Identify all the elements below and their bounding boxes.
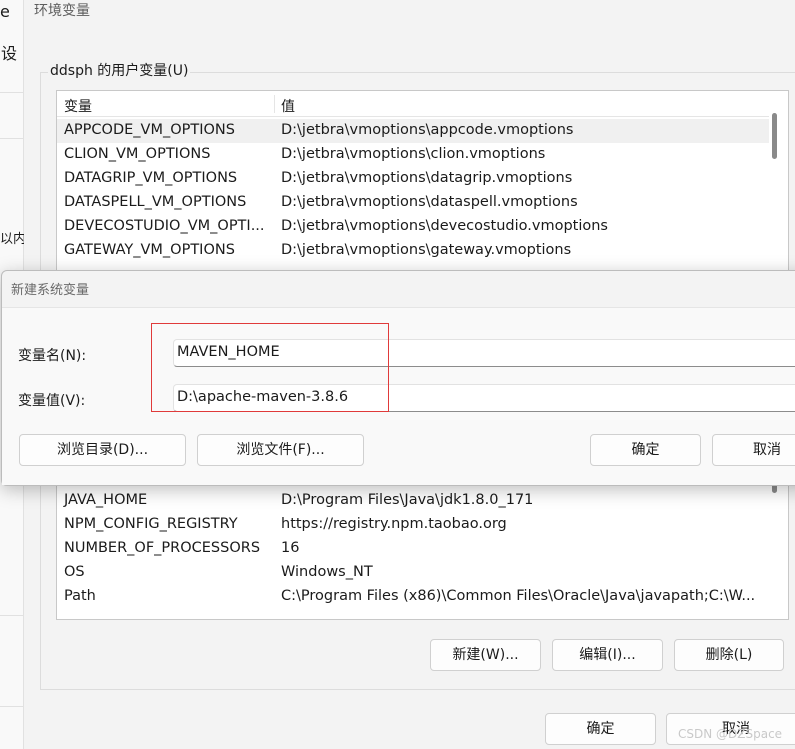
- variable-value: 16: [281, 540, 300, 556]
- variable-value: D:\jetbra\vmoptions\dataspell.vmoptions: [281, 194, 578, 210]
- variable-value-label: 变量值(V):: [18, 393, 86, 409]
- variable-name: NPM_CONFIG_REGISTRY: [64, 516, 238, 532]
- table-row[interactable]: DATASPELL_VM_OPTIONS D:\jetbra\vmoptions…: [57, 191, 769, 215]
- column-header-name[interactable]: 变量: [64, 96, 92, 116]
- variable-name: DATASPELL_VM_OPTIONS: [64, 194, 247, 210]
- divider: [0, 706, 24, 707]
- variable-name: DEVECOSTUDIO_VM_OPTI...: [64, 218, 265, 234]
- variable-name: Path: [64, 588, 96, 604]
- variable-value: D:\jetbra\vmoptions\gateway.vmoptions: [281, 242, 572, 258]
- variable-value: https://registry.npm.taobao.org: [281, 516, 507, 532]
- variable-value: D:\jetbra\vmoptions\datagrip.vmoptions: [281, 170, 573, 186]
- variable-name: NUMBER_OF_PROCESSORS: [64, 540, 261, 556]
- variable-value: D:\jetbra\vmoptions\devecostudio.vmoptio…: [281, 218, 608, 234]
- table-row[interactable]: NPM_CONFIG_REGISTRY https://registry.npm…: [57, 513, 769, 537]
- highlight-annotation-box: [151, 323, 389, 412]
- column-separator: [274, 95, 275, 113]
- divider: [0, 138, 24, 139]
- table-row[interactable]: NUMBER_OF_PROCESSORS 16: [57, 537, 769, 561]
- background-text-fragment: 设: [1, 44, 18, 63]
- divider: [0, 92, 24, 93]
- variable-name: APPCODE_VM_OPTIONS: [64, 122, 235, 138]
- table-row[interactable]: DEVECOSTUDIO_VM_OPTI... D:\jetbra\vmopti…: [57, 215, 769, 239]
- table-row[interactable]: OS Windows_NT: [57, 561, 769, 585]
- background-text-fragment: 以内: [0, 232, 27, 247]
- dialog-content: 变量名(N): MAVEN_HOME 变量值(V): D:\apache-mav…: [2, 307, 795, 485]
- window-title: 环境变量: [34, 3, 90, 19]
- delete-variable-button[interactable]: 删除(L): [674, 639, 784, 671]
- background-text-fragment: e: [0, 2, 10, 21]
- list-header: 变量 值: [57, 91, 769, 117]
- watermark: CSDN @DZSpace: [678, 727, 783, 741]
- variable-value: Windows_NT: [281, 564, 373, 580]
- table-row[interactable]: JAVA_HOME D:\Program Files\Java\jdk1.8.0…: [57, 489, 769, 513]
- variable-name: JAVA_HOME: [64, 492, 148, 508]
- table-row[interactable]: DATAGRIP_VM_OPTIONS D:\jetbra\vmoptions\…: [57, 167, 769, 191]
- scrollbar-thumb[interactable]: [772, 113, 777, 159]
- dialog-cancel-button[interactable]: 取消: [712, 434, 795, 466]
- variable-name: DATAGRIP_VM_OPTIONS: [64, 170, 238, 186]
- user-variables-label: ddsph 的用户变量(U): [48, 60, 191, 80]
- variable-name-label: 变量名(N):: [18, 348, 87, 364]
- variable-name: GATEWAY_VM_OPTIONS: [64, 242, 235, 258]
- new-variable-button[interactable]: 新建(W)...: [430, 639, 541, 671]
- table-row[interactable]: GATEWAY_VM_OPTIONS D:\jetbra\vmoptions\g…: [57, 239, 769, 263]
- ok-button[interactable]: 确定: [545, 713, 656, 745]
- dialog-ok-button[interactable]: 确定: [590, 434, 701, 466]
- column-header-value[interactable]: 值: [281, 96, 295, 116]
- variable-name: OS: [64, 564, 85, 580]
- variable-value: D:\Program Files\Java\jdk1.8.0_171: [281, 492, 534, 508]
- variable-value: D:\jetbra\vmoptions\appcode.vmoptions: [281, 122, 574, 138]
- dialog-title: 新建系统变量: [11, 283, 90, 298]
- table-row[interactable]: Path C:\Program Files (x86)\Common Files…: [57, 585, 769, 609]
- divider: [0, 615, 24, 616]
- new-system-variable-dialog: 新建系统变量 变量名(N): MAVEN_HOME 变量值(V): D:\apa…: [1, 270, 795, 486]
- table-row[interactable]: CLION_VM_OPTIONS D:\jetbra\vmoptions\cli…: [57, 143, 769, 167]
- variable-name: CLION_VM_OPTIONS: [64, 146, 211, 162]
- edit-variable-button[interactable]: 编辑(I)...: [552, 639, 663, 671]
- browse-file-button[interactable]: 浏览文件(F)...: [197, 434, 364, 466]
- table-row[interactable]: APPCODE_VM_OPTIONS D:\jetbra\vmoptions\a…: [57, 119, 769, 143]
- variable-value: C:\Program Files (x86)\Common Files\Orac…: [281, 588, 756, 604]
- browse-directory-button[interactable]: 浏览目录(D)...: [19, 434, 186, 466]
- variable-value: D:\jetbra\vmoptions\clion.vmoptions: [281, 146, 546, 162]
